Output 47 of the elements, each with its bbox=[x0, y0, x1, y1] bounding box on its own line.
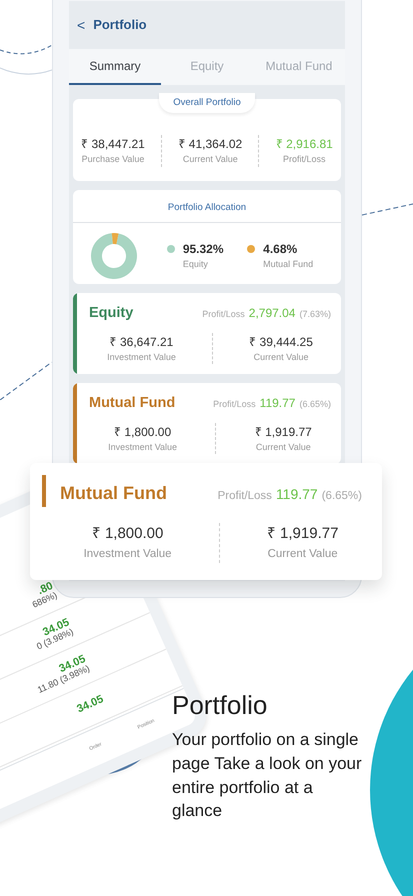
stat-value: ₹ 1,919.77 bbox=[266, 524, 338, 544]
legend-value: 95.32% bbox=[182, 241, 224, 258]
profit-loss-value: 2,797.04 bbox=[248, 304, 296, 322]
stat-label: Investment Value bbox=[84, 546, 172, 562]
stat-label: Investment Value bbox=[108, 440, 178, 454]
stat-value: ₹ 36,647.21 bbox=[108, 334, 174, 351]
stat-value: ₹ 41,364.02 bbox=[178, 136, 242, 153]
holding-name: Equity bbox=[89, 304, 134, 323]
promo-text: Your portfolio on a single page Take a look on your entire portfolio at a glance bbox=[172, 729, 363, 822]
tab[interactable]: Equity bbox=[161, 49, 253, 85]
legend-label: Mutual Fund bbox=[262, 258, 314, 272]
profit-loss-label: Profit/Loss bbox=[218, 489, 272, 504]
stat-label: Current Value bbox=[252, 350, 310, 364]
stat-value: ₹ 1,800.00 bbox=[90, 524, 164, 544]
screen-title: Portfolio bbox=[93, 16, 147, 34]
stat-label: Current Value bbox=[182, 153, 239, 166]
stat-label: Investment Value bbox=[107, 350, 176, 364]
profit-loss-label: Profit/Loss bbox=[202, 308, 245, 321]
tab[interactable]: Summary bbox=[69, 49, 161, 85]
price-text: 34.05 bbox=[75, 694, 106, 716]
back-button[interactable]: < bbox=[77, 14, 86, 36]
stat-value: ₹ 38,447.21 bbox=[81, 136, 145, 153]
stat-label: Current Value bbox=[254, 440, 312, 454]
profit-loss-value: 119.77 bbox=[260, 394, 296, 412]
profit-loss-value: 119.77 bbox=[276, 485, 318, 504]
profit-loss-percent: (6.65%) bbox=[299, 398, 331, 411]
stat-value: ₹ 1,800.00 bbox=[113, 424, 172, 441]
legend-value: 4.68% bbox=[263, 241, 298, 258]
promo-title: Portfolio bbox=[172, 689, 268, 722]
profit-loss-percent: (6.65%) bbox=[322, 489, 362, 504]
stat-value: ₹ 1,919.77 bbox=[254, 424, 312, 441]
dashed-line bbox=[0, 362, 52, 400]
holding-name: Mutual Fund bbox=[89, 394, 176, 413]
stat-label: Purchase Value bbox=[81, 153, 145, 166]
holding-name: Mutual Fund bbox=[60, 482, 167, 506]
dashed-line bbox=[362, 203, 413, 216]
stat-value: ₹ 39,444.25 bbox=[249, 334, 313, 351]
tab[interactable]: Mutual Fund bbox=[253, 49, 345, 85]
stat-label: Current Value bbox=[266, 546, 338, 562]
profit-loss-label: Profit/Loss bbox=[213, 398, 256, 411]
profit-loss-percent: (7.63%) bbox=[299, 308, 331, 321]
legend-label: Equity bbox=[182, 258, 209, 272]
donut-chart bbox=[89, 231, 139, 281]
stat-label: Profit/Loss bbox=[282, 153, 327, 166]
stat-value: ₹ 2,916.81 bbox=[276, 136, 333, 153]
card-title: Overall Portfolio bbox=[159, 93, 255, 114]
card-title: Portfolio Allocation bbox=[168, 202, 246, 213]
